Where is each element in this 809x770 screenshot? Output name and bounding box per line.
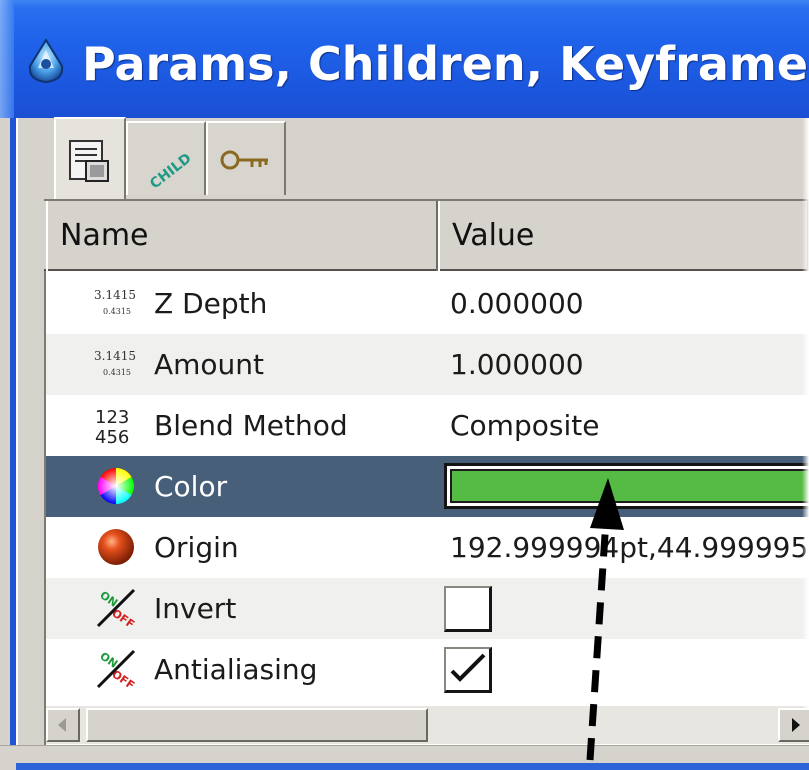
app-logo-icon [28,38,64,84]
child-icon: CHILD [147,150,194,187]
column-header-value[interactable]: Value [438,201,809,271]
real-number-icon: 3.1415 0.4315 [94,288,136,316]
tab-params[interactable] [54,117,126,201]
param-name: Invert [154,592,237,625]
title-bar-edge [0,0,14,118]
svg-text:CHILD: CHILD [147,150,194,187]
real-number-icon: 3.1415 0.4315 [94,349,136,377]
params-icon [69,140,109,182]
checkmark-icon [450,653,486,682]
window-title: Params, Children, Keyframe [82,37,809,91]
param-name: Amount [154,348,265,381]
scroll-right-button[interactable] [778,708,809,742]
param-name: Antialiasing [154,653,318,686]
param-value[interactable]: 1.000000 [450,334,809,395]
column-header-name[interactable]: Name [46,201,438,271]
svg-text:0.4315: 0.4315 [103,368,131,377]
svg-text:123: 123 [95,407,129,428]
tab-children[interactable]: CHILD [126,121,206,195]
svg-text:3.1415: 3.1415 [94,349,136,363]
invert-checkbox[interactable] [444,586,492,632]
table-row[interactable]: 3.1415 0.4315 Z Depth 0.000000 [46,273,809,334]
boolean-icon: ON OFF [96,588,137,630]
window-right-edge [802,118,809,708]
table-row-selected[interactable]: Color [46,456,809,517]
integer-icon: 123 456 [95,407,129,447]
param-name: Z Depth [154,287,268,320]
param-name: Color [154,470,228,503]
arrow-right-icon [792,718,800,732]
param-value[interactable]: 192.999994pt,44.999995 [450,517,809,578]
param-value[interactable]: Composite [450,395,809,456]
color-wheel-icon [97,468,135,504]
antialiasing-checkbox[interactable] [444,647,492,693]
scroll-left-button[interactable] [46,708,80,742]
origin-sphere-icon [98,529,134,565]
color-swatch-fill [450,469,809,503]
table-row[interactable]: ON OFF Invert [46,578,809,639]
table-row[interactable]: 3.1415 0.4315 Amount 1.000000 [46,334,809,395]
param-name: Blend Method [154,409,348,442]
tab-keyframes[interactable] [206,121,286,195]
window-border-bottom [16,763,809,770]
table-row[interactable]: ON OFF Antialiasing [46,639,809,700]
param-name: Origin [154,531,239,564]
svg-text:456: 456 [95,427,129,447]
color-swatch-border [447,466,809,506]
svg-text:0.4315: 0.4315 [103,307,131,316]
panel-left-edge [16,118,40,770]
arrow-left-icon [58,718,66,732]
key-icon [220,150,268,170]
scrollbar-thumb[interactable] [86,708,428,742]
param-value[interactable]: 0.000000 [450,273,809,334]
boolean-icon: ON OFF [96,649,137,691]
params-panel-screen: Params, Children, Keyframe CHILD Name Va… [0,0,809,770]
color-swatch[interactable] [444,463,809,509]
table-row[interactable]: Origin 192.999994pt,44.999995 [46,517,809,578]
svg-text:3.1415: 3.1415 [94,288,136,302]
table-row[interactable]: 123 456 Blend Method Composite [46,395,809,456]
